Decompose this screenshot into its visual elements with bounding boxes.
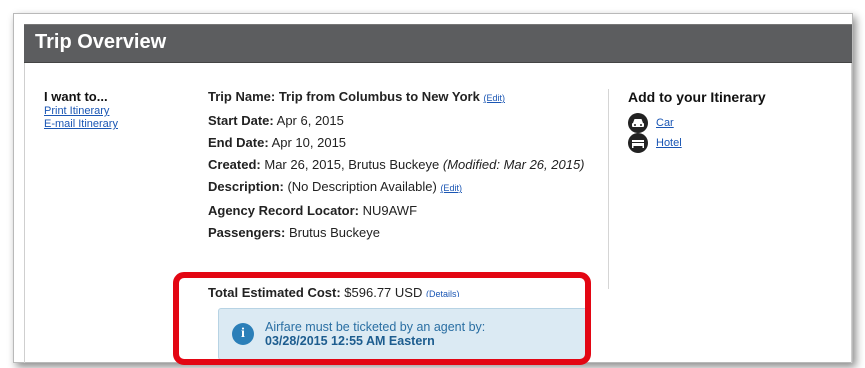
passengers-row: Passengers: Brutus Buckeye [208,225,588,240]
actions-column: I want to... Print Itinerary E-mail Itin… [44,89,184,131]
end-date-label: End Date: [208,135,269,150]
record-locator-row: Agency Record Locator: NU9AWF [208,203,588,218]
description-label: Description: [208,179,284,194]
add-car[interactable]: Car [628,113,674,133]
trip-details: Trip Name: Trip from Columbus to New Yor… [208,89,588,247]
add-car-link[interactable]: Car [656,117,674,129]
add-hotel-link[interactable]: Hotel [656,137,682,149]
end-date-value: Apr 10, 2015 [271,135,347,150]
page-title: Trip Overview [35,31,167,53]
description-row: Description: (No Description Available) … [208,179,588,196]
start-date-row: Start Date: Apr 6, 2015 [208,113,588,128]
print-itinerary-link[interactable]: Print Itinerary [44,105,184,118]
car-icon [628,113,648,133]
edit-description-link[interactable]: (Edit) [440,183,462,193]
description-value: (No Description Available) [287,179,437,194]
modified-text: (Modified: Mar 26, 2015) [442,157,585,172]
created-value: Mar 26, 2015, Brutus Buckeye [264,157,440,172]
trip-name-label: Trip Name: [208,89,276,104]
passengers-value: Brutus Buckeye [288,225,380,240]
actions-heading: I want to... [44,89,108,104]
add-hotel[interactable]: Hotel [628,133,682,153]
column-divider [608,89,609,289]
add-to-itinerary: Add to your Itinerary Car Hotel [628,89,838,153]
passengers-label: Passengers: [208,225,286,240]
start-date-label: Start Date: [208,113,274,128]
trip-name-value: Trip from Columbus to New York [278,89,480,104]
title-bar: Trip Overview [24,24,852,63]
created-row: Created: Mar 26, 2015, Brutus Buckeye (M… [208,157,588,172]
record-locator-value: NU9AWF [362,203,418,218]
trip-name-row: Trip Name: Trip from Columbus to New Yor… [208,89,588,106]
end-date-row: End Date: Apr 10, 2015 [208,135,588,150]
edit-trip-name-link[interactable]: (Edit) [483,93,505,103]
record-locator-label: Agency Record Locator: [208,203,359,218]
add-to-itinerary-heading: Add to your Itinerary [628,89,766,105]
start-date-value: Apr 6, 2015 [276,113,344,128]
highlight-box [173,272,591,365]
created-label: Created: [208,157,261,172]
bed-icon [628,133,648,153]
email-itinerary-link[interactable]: E-mail Itinerary [44,118,184,131]
